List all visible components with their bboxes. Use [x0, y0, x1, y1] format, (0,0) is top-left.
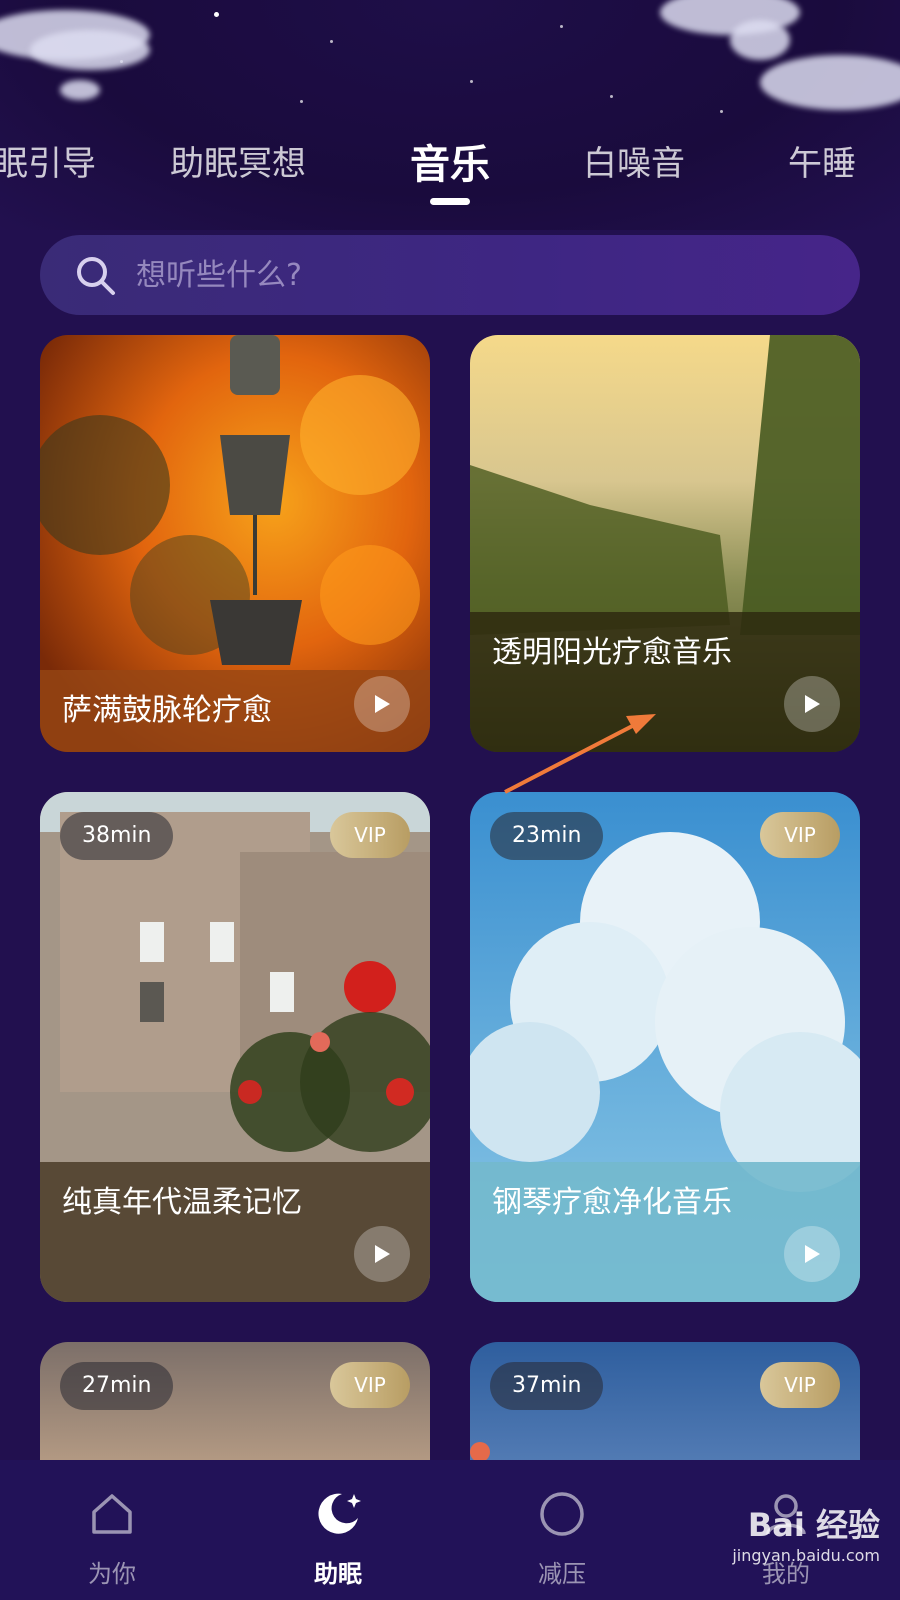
nav-label: 减压: [538, 1560, 586, 1588]
card-caption: 纯真年代温柔记忆: [40, 1162, 430, 1302]
duration-badge: 27min: [60, 1362, 174, 1410]
music-card-innocent-era[interactable]: 纯真年代温柔记忆 38min VIP: [40, 792, 430, 1302]
card-title: 透明阳光疗愈音乐: [492, 635, 732, 670]
tab-sleep-meditation[interactable]: 助眠冥想: [170, 136, 306, 185]
card-caption: 透明阳光疗愈音乐: [470, 612, 860, 752]
play-button[interactable]: [354, 1226, 410, 1282]
circle-icon: [540, 1492, 584, 1536]
card-title: 纯真年代温柔记忆: [62, 1185, 302, 1220]
nav-item-decompress[interactable]: 减压: [502, 1488, 622, 1589]
music-card-sunlight[interactable]: 透明阳光疗愈音乐: [470, 335, 860, 752]
nav-label: 助眠: [314, 1560, 362, 1588]
music-card-piano[interactable]: 钢琴疗愈净化音乐 23min VIP: [470, 792, 860, 1302]
duration-badge: 23min: [490, 812, 604, 860]
play-icon: [375, 1245, 390, 1263]
play-icon: [805, 695, 820, 713]
tab-sleep-guide[interactable]: 眠引导: [0, 136, 96, 185]
play-button[interactable]: [784, 1226, 840, 1282]
play-button[interactable]: [354, 676, 410, 732]
search-input[interactable]: [136, 245, 776, 305]
search-bar[interactable]: [40, 235, 860, 315]
tab-nap[interactable]: 午睡: [788, 136, 856, 185]
home-icon: [92, 1494, 132, 1534]
search-icon: [77, 257, 115, 295]
nav-item-sleep[interactable]: 助眠: [278, 1488, 398, 1589]
card-title: 钢琴疗愈净化音乐: [492, 1185, 732, 1220]
play-button[interactable]: [784, 676, 840, 732]
vip-badge: VIP: [760, 812, 840, 858]
baidu-watermark: Bai 经验 jingyan.baidu.com: [732, 1500, 880, 1565]
moon-icon: [318, 1493, 361, 1534]
tab-music[interactable]: 音乐: [410, 132, 490, 190]
vip-badge: VIP: [760, 1362, 840, 1408]
category-tabs: 眠引导 助眠冥想 音乐 白噪音 午睡: [0, 120, 900, 210]
active-tab-indicator: [430, 198, 470, 205]
play-icon: [375, 695, 390, 713]
vip-badge: VIP: [330, 1362, 410, 1408]
card-caption: 钢琴疗愈净化音乐: [470, 1162, 860, 1302]
watermark-url: jingyan.baidu.com: [732, 1546, 880, 1565]
nav-label: 为你: [88, 1560, 136, 1588]
watermark-logo: Bai 经验: [747, 1506, 880, 1544]
card-title: 萨满鼓脉轮疗愈: [62, 693, 272, 728]
tab-white-noise[interactable]: 白噪音: [583, 136, 685, 185]
vip-badge: VIP: [330, 812, 410, 858]
card-caption: 萨满鼓脉轮疗愈: [40, 670, 430, 752]
play-icon: [805, 1245, 820, 1263]
music-card-shaman-drum[interactable]: 萨满鼓脉轮疗愈: [40, 335, 430, 752]
nav-item-for-you[interactable]: 为你: [52, 1488, 172, 1589]
duration-badge: 37min: [490, 1362, 604, 1410]
duration-badge: 38min: [60, 812, 174, 860]
